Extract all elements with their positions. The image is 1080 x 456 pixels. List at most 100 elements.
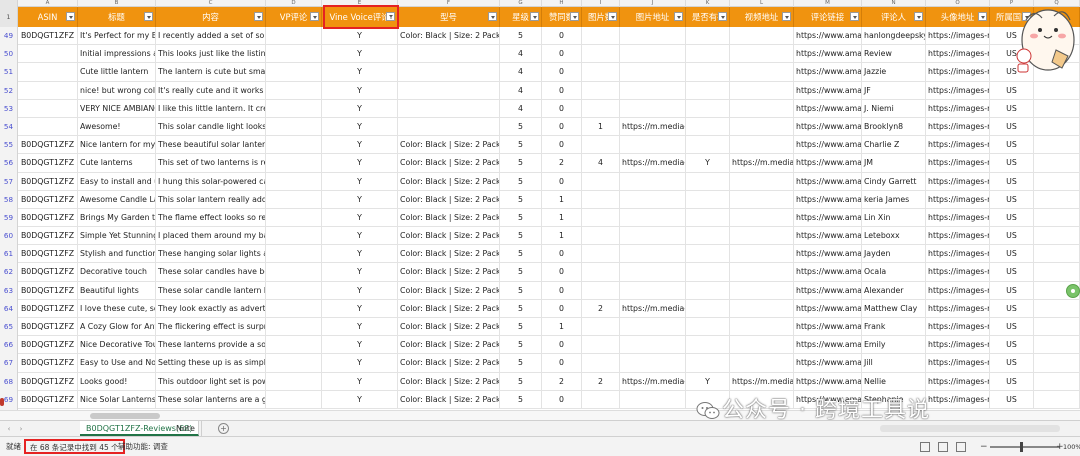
table-cell[interactable] [730,208,794,227]
table-cell[interactable]: Cute little lantern [78,63,156,82]
table-cell[interactable]: US [990,245,1034,264]
table-cell[interactable]: B0DQGT1ZFZ [18,372,78,391]
row-number[interactable]: 53 [0,99,18,118]
table-cell[interactable]: https://images-n [926,117,990,136]
table-cell[interactable] [730,190,794,209]
table-cell[interactable]: https://www.amaz [794,299,862,318]
table-cell[interactable] [620,81,686,100]
table-cell[interactable]: https://m.media- [620,299,686,318]
table-cell[interactable]: 1 [542,208,582,227]
column-letter[interactable]: J [620,0,686,7]
table-cell[interactable]: B0DQGT1ZFZ [18,390,78,409]
table-cell[interactable] [686,63,730,82]
table-cell[interactable]: https://images-n [926,372,990,391]
table-cell[interactable] [1034,208,1080,227]
column-letter[interactable]: G [500,0,542,7]
table-cell[interactable] [730,245,794,264]
filter-dropdown-icon[interactable] [570,12,579,21]
table-cell[interactable] [686,117,730,136]
table-cell[interactable]: https://images-n [926,81,990,100]
table-cell[interactable]: https://images-n [926,190,990,209]
table-cell[interactable]: Y [322,336,398,355]
table-cell[interactable] [266,172,322,191]
table-cell[interactable]: 0 [542,245,582,264]
table-cell[interactable]: Looks good! [78,372,156,391]
table-cell[interactable]: Emily [862,336,926,355]
table-cell[interactable]: https://images-n [926,99,990,118]
table-cell[interactable] [582,318,620,336]
filter-dropdown-icon[interactable] [674,12,683,21]
table-cell[interactable]: This solar candle light looks g [156,117,266,136]
table-cell[interactable]: Simple Yet Stunning [78,227,156,246]
table-cell[interactable] [686,81,730,100]
row-number[interactable]: 52 [0,81,18,100]
column-letter[interactable]: O [926,0,990,7]
table-cell[interactable]: These solar candles have bee [156,263,266,282]
table-cell[interactable]: Color: Black | Size: 2 Pack [398,263,500,282]
table-cell[interactable] [266,208,322,227]
column-letter[interactable]: N [862,0,926,7]
row-number[interactable]: 65 [0,318,18,337]
table-cell[interactable]: Cindy Garrett [862,172,926,191]
row-number[interactable]: 49 [0,27,18,46]
table-cell[interactable]: 0 [542,117,582,136]
table-cell[interactable] [730,172,794,191]
spreadsheet-grid[interactable]: ABCDEFGHIJKLMNOPQ 1 ASIN 标题 内容 VP评论 Vine Voi… [0,0,1080,420]
table-cell[interactable]: Color: Black | Size: 2 Pack [398,227,500,246]
table-cell[interactable]: https://m.media- [730,154,794,173]
column-header[interactable]: 评论链接 [794,7,862,27]
table-cell[interactable]: US [990,263,1034,282]
table-cell[interactable]: Y [322,227,398,246]
table-cell[interactable]: It's Perfect for my Ba [78,27,156,45]
table-cell[interactable] [620,99,686,118]
table-cell[interactable]: B0DQGT1ZFZ [18,281,78,300]
column-header[interactable]: 图片数量 [582,7,620,27]
table-cell[interactable]: 0 [542,390,582,409]
table-cell[interactable] [266,281,322,300]
table-cell[interactable] [730,227,794,246]
table-cell[interactable] [266,154,322,173]
table-cell[interactable]: https://www.amaz [794,99,862,118]
table-cell[interactable]: Y [322,190,398,209]
table-cell[interactable]: US [990,154,1034,173]
table-cell[interactable]: https://www.amaz [794,208,862,227]
table-cell[interactable]: https://www.amaz [794,263,862,282]
table-cell[interactable]: Y [322,372,398,391]
zoom-level[interactable]: 100% [1063,437,1080,456]
table-cell[interactable]: https://images-n [926,63,990,82]
table-cell[interactable]: 5 [500,154,542,173]
zoom-slider-knob[interactable] [1020,442,1023,452]
table-cell[interactable] [266,372,322,391]
table-cell[interactable] [730,81,794,100]
table-cell[interactable]: 0 [542,336,582,355]
table-cell[interactable] [686,172,730,191]
active-filter-icon[interactable] [386,12,395,21]
table-cell[interactable]: Y [322,27,398,45]
table-cell[interactable] [398,63,500,82]
row-number[interactable]: 57 [0,172,18,191]
table-cell[interactable]: Y [686,154,730,173]
table-cell[interactable]: 0 [542,354,582,373]
table-cell[interactable]: 5 [500,190,542,209]
table-cell[interactable]: B0DQGT1ZFZ [18,154,78,173]
row-number[interactable]: 54 [0,117,18,137]
table-cell[interactable]: 0 [542,99,582,118]
table-cell[interactable]: 2 [542,154,582,173]
table-cell[interactable]: Nice Decorative Tou [78,336,156,355]
table-cell[interactable] [1034,99,1080,118]
table-cell[interactable]: US [990,208,1034,227]
table-cell[interactable] [730,263,794,282]
table-cell[interactable] [686,227,730,246]
page-break-view-icon[interactable] [956,442,966,452]
table-cell[interactable]: https://images-n [926,136,990,155]
table-cell[interactable]: 0 [542,263,582,282]
table-cell[interactable] [582,390,620,409]
table-cell[interactable]: 5 [500,372,542,391]
table-cell[interactable]: Awesome Candle La [78,190,156,209]
table-cell[interactable]: 1 [542,190,582,209]
table-cell[interactable]: 5 [500,172,542,191]
filter-dropdown-icon[interactable] [608,12,617,21]
row-number[interactable]: 56 [0,154,18,173]
table-cell[interactable]: 0 [542,172,582,191]
zoom-out-button[interactable]: − [980,437,988,456]
